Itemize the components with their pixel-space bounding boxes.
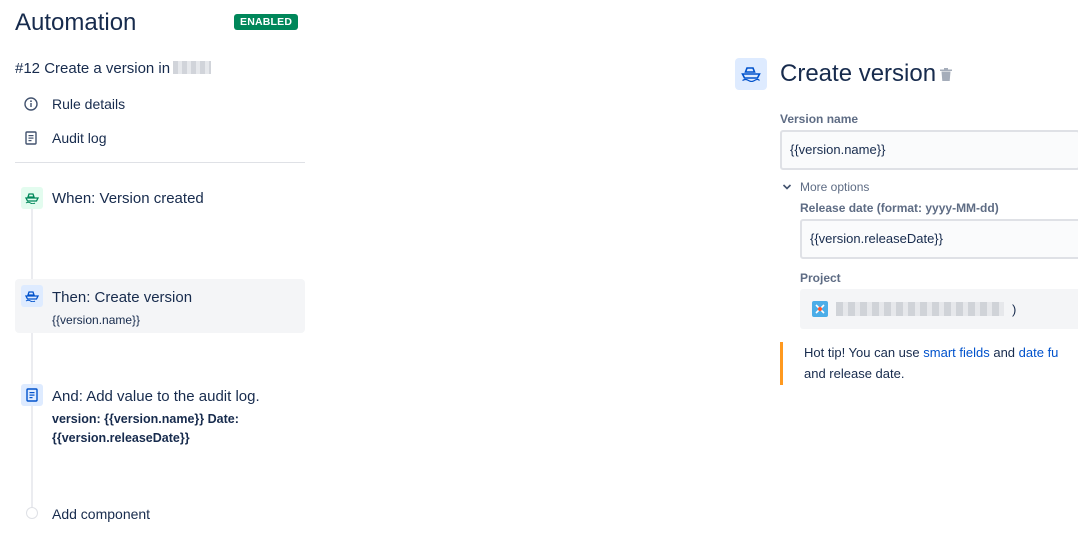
project-select[interactable]: ): [800, 289, 1078, 329]
redacted-project-name: [836, 302, 1004, 316]
nav-audit-log[interactable]: Audit log: [24, 127, 106, 149]
step-create-version-subtitle: {{version.name}}: [52, 313, 141, 327]
ship-icon: [21, 187, 43, 209]
smart-fields-link[interactable]: smart fields: [923, 345, 989, 360]
nav-rule-details-label: Rule details: [52, 96, 126, 112]
hot-tip-prefix: Hot tip! You can use: [804, 345, 924, 360]
step-create-version[interactable]: Then: Create version {{version.name}}: [15, 279, 305, 333]
step-trigger[interactable]: When: Version created: [15, 180, 305, 220]
project-avatar-icon: [812, 301, 828, 317]
step-audit-log-title: And: Add value to the audit log.: [52, 388, 260, 405]
step-create-version-title: Then: Create version: [52, 289, 193, 306]
version-name-label: Version name: [780, 112, 859, 126]
step-audit-log-subtitle-2: {{version.releaseDate}}: [52, 431, 190, 445]
ship-icon: [735, 58, 767, 90]
release-date-label: Release date (format: yyyy-MM-dd): [800, 201, 999, 215]
nav-rule-details[interactable]: Rule details: [24, 93, 125, 115]
page-title: Automation: [15, 9, 137, 36]
step-trigger-title: When: Version created: [52, 190, 204, 207]
trash-icon[interactable]: [940, 68, 952, 81]
hot-tip-line-2: and release date.: [804, 366, 905, 381]
step-audit-log-subtitle-1: version: {{version.name}} Date:: [52, 412, 239, 426]
rule-title: #12 Create a version in: [15, 60, 212, 77]
ship-icon: [21, 285, 43, 307]
project-suffix: ): [1012, 301, 1017, 317]
nav-audit-log-label: Audit log: [52, 130, 107, 146]
date-functions-link[interactable]: date fu: [1019, 345, 1059, 360]
add-component-link[interactable]: Add component: [52, 506, 150, 522]
hot-tip: Hot tip! You can use smart fields and da…: [780, 342, 1078, 385]
rule-title-text: #12 Create a version in: [15, 60, 171, 77]
panel-title: Create version: [780, 60, 937, 87]
redacted-project-key: [173, 61, 212, 74]
document-icon: [24, 131, 38, 145]
hot-tip-middle: and: [989, 345, 1019, 360]
step-audit-log[interactable]: And: Add value to the audit log. version…: [15, 380, 305, 450]
status-badge: ENABLED: [234, 14, 299, 30]
version-name-input[interactable]: {{version.name}}: [780, 130, 1078, 170]
project-label: Project: [800, 271, 841, 285]
divider: [15, 162, 305, 163]
automation-page: Automation ENABLED #12 Create a version …: [0, 0, 1078, 552]
add-component-dot[interactable]: [26, 507, 38, 519]
timeline-line: [31, 200, 33, 510]
more-options-toggle[interactable]: More options: [782, 180, 869, 194]
more-options-label: More options: [800, 180, 870, 194]
document-icon: [21, 384, 43, 406]
release-date-input[interactable]: {{version.releaseDate}}: [800, 219, 1078, 259]
info-icon: [24, 97, 38, 111]
hot-tip-line-1: Hot tip! You can use smart fields and da…: [804, 342, 1078, 363]
chevron-down-icon: [782, 184, 792, 190]
